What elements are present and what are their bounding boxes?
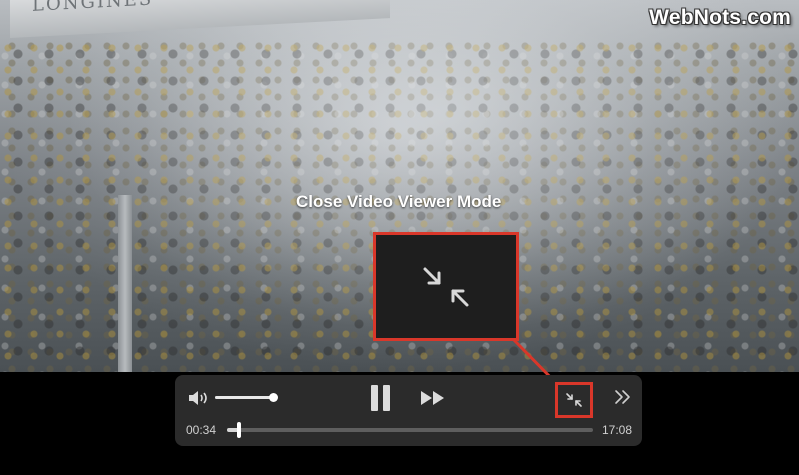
pause-button[interactable] [371,385,393,411]
zoomed-exit-icon-callout [373,232,519,341]
fast-forward-button[interactable] [419,389,447,407]
fast-forward-icon [421,391,444,405]
volume-slider[interactable] [215,393,278,402]
stadium-banner-text: LONGINES [32,0,154,16]
playback-controls: 00:34 17:08 [175,375,642,446]
volume-slider-fill [215,396,273,399]
speaker-volume-icon[interactable] [187,389,211,407]
exit-viewer-mode-button[interactable] [555,382,593,418]
annotation-label: Close Video Viewer Mode [296,192,502,211]
more-options-button[interactable] [614,389,632,405]
playback-scrubber[interactable] [227,422,593,438]
pause-icon [371,385,378,411]
video-player: LONGINES WebNots.com Close Video Viewer … [0,0,799,475]
stadium-pole [118,195,132,372]
exit-viewer-mode-icon [423,267,469,306]
volume-slider-knob[interactable] [269,393,278,402]
pause-icon-bar [383,385,390,411]
exit-viewer-mode-icon [566,393,582,407]
time-total: 17:08 [601,423,632,437]
watermark-logo: WebNots.com [649,6,791,29]
playback-scrubber-knob[interactable] [237,422,242,438]
chevron-double-right-icon [615,390,630,404]
time-elapsed: 00:34 [186,423,217,437]
